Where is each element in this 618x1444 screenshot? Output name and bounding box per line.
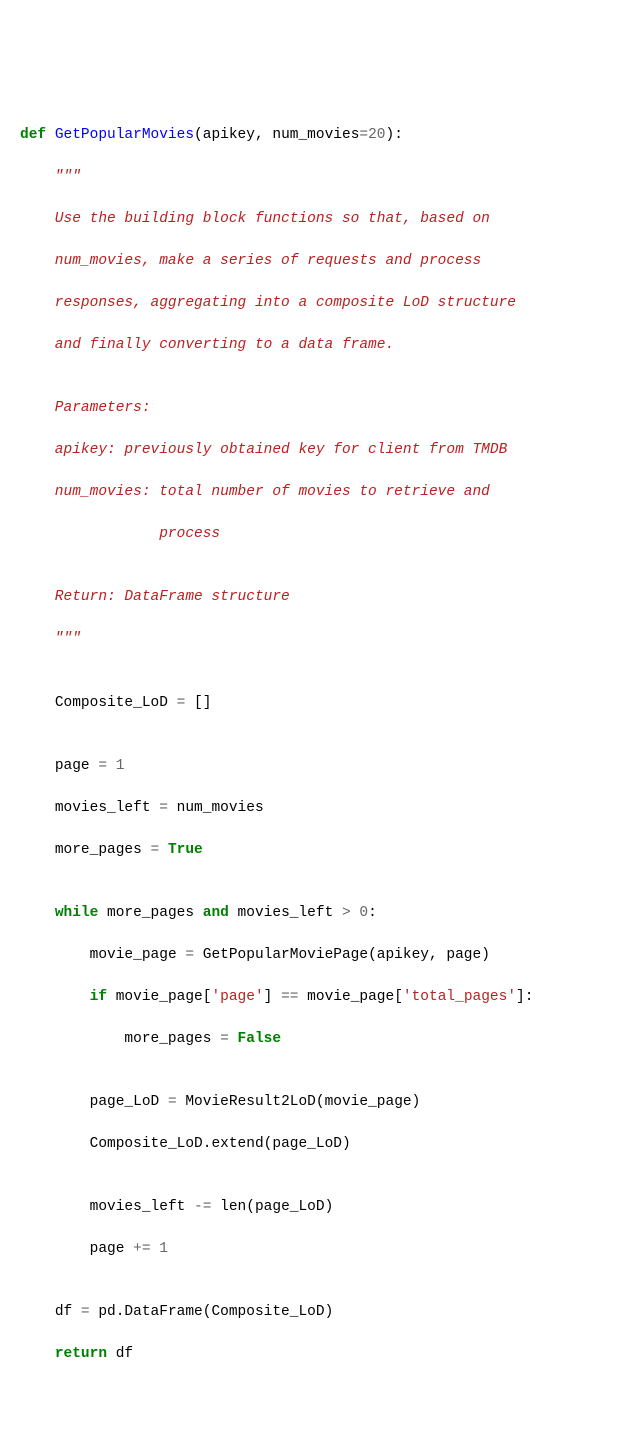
code-line: movies_left -= len(page_LoD): [20, 1197, 618, 1218]
docstring-line: """: [20, 629, 618, 650]
variable: movie_page: [90, 947, 186, 963]
operator: ==: [281, 989, 298, 1005]
variable: movie_page[: [298, 989, 402, 1005]
boolean: False: [238, 1031, 282, 1047]
operator: =: [359, 127, 368, 143]
docstring-line: process: [20, 524, 618, 545]
code-line: movies_left = num_movies: [20, 798, 618, 819]
function-call: len(page_LoD): [211, 1199, 333, 1215]
keyword-def: def: [20, 127, 46, 143]
code-line: page_LoD = MovieResult2LoD(movie_page): [20, 1092, 618, 1113]
code-line: more_pages = True: [20, 840, 618, 861]
docstring-line: Use the building block functions so that…: [20, 209, 618, 230]
variable: df: [55, 1304, 81, 1320]
string-literal: 'page': [211, 989, 263, 1005]
function-name: GetPopularMovies: [55, 127, 194, 143]
number: 0: [359, 905, 368, 921]
number: 20: [368, 127, 385, 143]
operator: =: [98, 758, 107, 774]
number: 1: [116, 758, 125, 774]
operator: -=: [194, 1199, 211, 1215]
function-call: GetPopularMoviePage(apikey, page): [194, 947, 490, 963]
docstring-line: Parameters:: [20, 398, 618, 419]
docstring-line: apikey: previously obtained key for clie…: [20, 440, 618, 461]
list-literal: []: [194, 695, 211, 711]
variable: df: [107, 1346, 133, 1362]
code-line: page += 1: [20, 1239, 618, 1260]
docstring-line: responses, aggregating into a composite …: [20, 293, 618, 314]
colon: :: [368, 905, 377, 921]
method-call: .DataFrame(Composite_LoD): [116, 1304, 334, 1320]
paren-colon: ):: [386, 127, 403, 143]
bracket-colon: ]:: [516, 989, 533, 1005]
code-line: movie_page = GetPopularMoviePage(apikey,…: [20, 945, 618, 966]
code-line: more_pages = False: [20, 1029, 618, 1050]
operator: =: [220, 1031, 229, 1047]
variable: movies_left: [90, 1199, 194, 1215]
variable: num_movies: [168, 800, 264, 816]
code-line: if movie_page['page'] == movie_page['tot…: [20, 987, 618, 1008]
variable: movie_page[: [107, 989, 211, 1005]
docstring-line: num_movies, make a series of requests an…: [20, 251, 618, 272]
operator: =: [151, 842, 160, 858]
operator: =: [159, 800, 168, 816]
variable: more_pages: [98, 905, 202, 921]
keyword-return: return: [55, 1346, 107, 1362]
code-line: return df: [20, 1344, 618, 1365]
method-call: .extend(page_LoD): [203, 1136, 351, 1152]
paren: (: [194, 127, 203, 143]
docstring-line: and finally converting to a data frame.: [20, 335, 618, 356]
variable: page_LoD: [90, 1094, 168, 1110]
variable: movies_left: [229, 905, 342, 921]
code-line: Composite_LoD.extend(page_LoD): [20, 1134, 618, 1155]
operator: +=: [133, 1241, 150, 1257]
keyword-if: if: [90, 989, 107, 1005]
operator: =: [81, 1304, 90, 1320]
variable: page: [55, 758, 99, 774]
variable: movies_left: [55, 800, 159, 816]
keyword-and: and: [203, 905, 229, 921]
operator: =: [185, 947, 194, 963]
number: 1: [151, 1241, 168, 1257]
operator: =: [168, 1094, 177, 1110]
param: apikey: [203, 127, 255, 143]
code-block: def GetPopularMovies(apikey, num_movies=…: [20, 104, 618, 1386]
boolean: True: [168, 842, 203, 858]
variable: page: [90, 1241, 134, 1257]
code-line: Composite_LoD = []: [20, 693, 618, 714]
string-literal: 'total_pages': [403, 989, 516, 1005]
docstring-line: num_movies: total number of movies to re…: [20, 482, 618, 503]
function-call: MovieResult2LoD(movie_page): [177, 1094, 421, 1110]
param: num_movies: [272, 127, 359, 143]
code-line: page = 1: [20, 756, 618, 777]
module: pd: [90, 1304, 116, 1320]
docstring-line: Return: DataFrame structure: [20, 587, 618, 608]
keyword-while: while: [55, 905, 99, 921]
variable: more_pages: [124, 1031, 220, 1047]
comma: ,: [255, 127, 272, 143]
bracket: ]: [264, 989, 281, 1005]
code-line: df = pd.DataFrame(Composite_LoD): [20, 1302, 618, 1323]
operator: >: [342, 905, 351, 921]
code-line: def GetPopularMovies(apikey, num_movies=…: [20, 125, 618, 146]
code-line: while more_pages and movies_left > 0:: [20, 903, 618, 924]
variable: more_pages: [55, 842, 151, 858]
variable: Composite_LoD: [90, 1136, 203, 1152]
docstring-line: """: [20, 167, 618, 188]
variable: Composite_LoD: [55, 695, 177, 711]
